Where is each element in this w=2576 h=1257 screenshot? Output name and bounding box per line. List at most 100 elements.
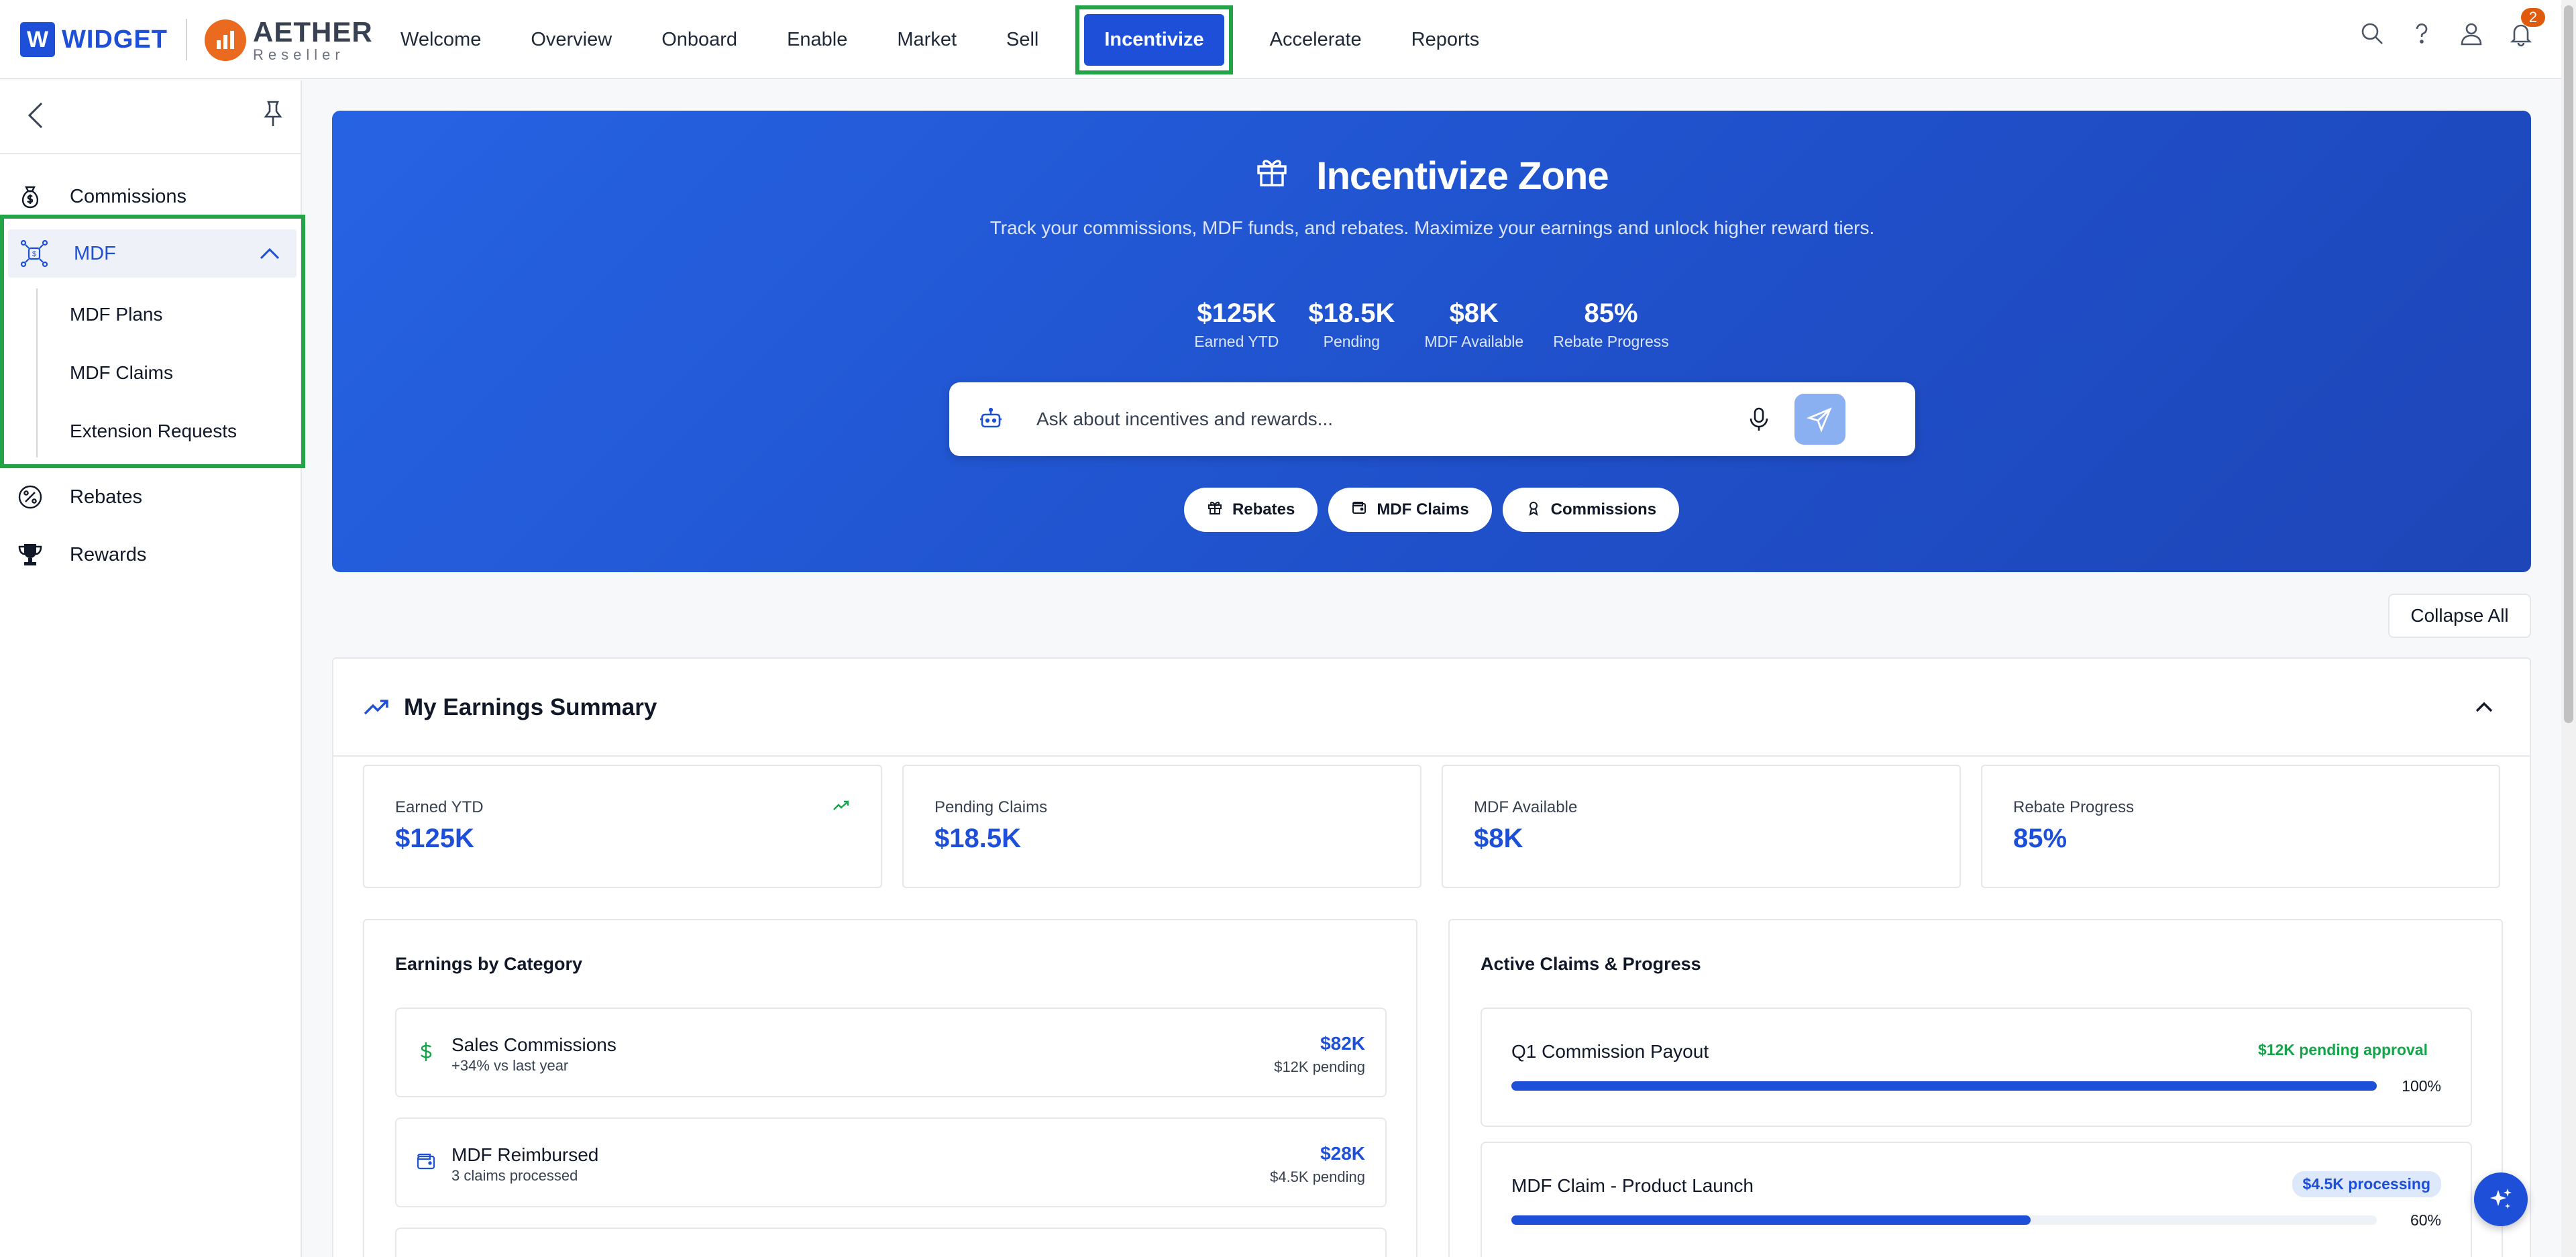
aether-logo[interactable]: AETHER Reseller — [205, 18, 373, 62]
ai-assistant-button[interactable] — [2474, 1172, 2528, 1226]
sidebar: Commissions $ MDF MDF Plans MDF Claims E… — [0, 80, 305, 1257]
category-amount: $82K — [1320, 1033, 1365, 1054]
sidebar-subitem-extension-requests[interactable]: Extension Requests — [70, 421, 237, 442]
active-claims-card: Active Claims & Progress Q1 Commission P… — [1448, 919, 2503, 1257]
claim-row-mdf-product-launch[interactable]: MDF Claim - Product Launch $4.5K process… — [1481, 1142, 2472, 1257]
search-input[interactable] — [1036, 402, 1774, 436]
gift-icon — [1254, 154, 1289, 199]
submenu-guide-line — [36, 288, 38, 457]
nav-market[interactable]: Market — [872, 0, 981, 79]
claim-row-q1-commission[interactable]: Q1 Commission Payout $12K pending approv… — [1481, 1007, 2472, 1127]
nav-welcome[interactable]: Welcome — [376, 0, 506, 79]
network-icon: $ — [19, 238, 50, 269]
kpi-card-earned-ytd: Earned YTD $125K — [363, 765, 882, 888]
stat-label: Earned YTD — [1194, 333, 1279, 350]
card-title: Active Claims & Progress — [1481, 954, 1701, 974]
microphone-icon[interactable] — [1744, 404, 1774, 434]
hero-stat-mdf-available: $8K MDF Available — [1424, 298, 1523, 351]
widget-logo-mark: W — [20, 22, 55, 57]
help-icon[interactable] — [2407, 19, 2436, 48]
stat-value: $125K — [1197, 298, 1277, 328]
nav-reports[interactable]: Reports — [1387, 0, 1505, 79]
chevron-left-icon[interactable] — [21, 101, 51, 130]
category-pending: $12K pending — [1274, 1058, 1365, 1075]
notification-badge: 2 — [2521, 8, 2545, 27]
dollar-icon — [414, 1040, 438, 1064]
send-icon — [1807, 407, 1832, 433]
hero-stat-rebate-progress: 85% Rebate Progress — [1553, 298, 1669, 351]
sidebar-item-label: MDF — [74, 242, 116, 264]
sparkle-icon — [2490, 1189, 2512, 1209]
kpi-value: 85% — [2013, 824, 2068, 853]
chevron-up-icon[interactable] — [2471, 694, 2498, 720]
chevron-up-icon[interactable] — [258, 241, 282, 266]
kpi-label: Rebate Progress — [2013, 798, 2135, 816]
category-row-mdf-reimbursed[interactable]: MDF Reimbursed 3 claims processed $28K $… — [395, 1117, 1387, 1207]
main-nav: Welcome Overview Onboard Enable Market S… — [376, 0, 1504, 79]
sidebar-item-rewards[interactable]: Rewards — [0, 526, 302, 584]
widget-logo-text: WIDGET — [62, 25, 168, 54]
sidebar-item-mdf[interactable]: $ MDF — [8, 229, 297, 278]
claim-progress-bar — [1511, 1081, 2377, 1091]
user-icon[interactable] — [2457, 19, 2486, 48]
nav-incentivize[interactable]: Incentivize — [1084, 13, 1224, 66]
earnings-summary-panel: My Earnings Summary Earned YTD $125K Pen… — [332, 657, 2531, 1257]
stat-label: Pending — [1323, 333, 1381, 350]
claim-status: $12K pending approval — [2257, 1041, 2428, 1058]
bell-icon[interactable]: 2 — [2506, 8, 2545, 48]
aether-logo-icon — [205, 19, 246, 61]
category-row-partial[interactable] — [395, 1227, 1387, 1257]
stat-value: 85% — [1584, 298, 1638, 328]
nav-onboard[interactable]: Onboard — [637, 0, 762, 79]
money-bag-icon — [15, 181, 46, 212]
nav-accelerate[interactable]: Accelerate — [1245, 0, 1387, 79]
chip-rebates[interactable]: Rebates — [1183, 488, 1318, 532]
category-subtext: +34% vs last year — [451, 1057, 569, 1074]
claim-progress-bar — [1511, 1215, 2377, 1225]
logo-divider — [186, 19, 187, 60]
sidebar-top — [0, 80, 301, 154]
kpi-card-rebate-progress: Rebate Progress 85% — [1981, 765, 2500, 888]
nav-sell[interactable]: Sell — [981, 0, 1063, 79]
stat-label: MDF Available — [1424, 333, 1524, 350]
scrollbar-thumb[interactable] — [2564, 5, 2573, 723]
nav-incentivize-wrap: Incentivize — [1063, 0, 1244, 79]
sidebar-subitem-mdf-plans[interactable]: MDF Plans — [70, 304, 162, 325]
claim-progress-label: 60% — [2410, 1211, 2441, 1229]
kpi-label: MDF Available — [1474, 798, 1578, 816]
collapse-all-button[interactable]: Collapse All — [2388, 594, 2531, 638]
chip-mdf-claims[interactable]: MDF Claims — [1328, 488, 1492, 532]
search-icon[interactable] — [2357, 19, 2387, 48]
sidebar-item-label: Commissions — [70, 185, 187, 207]
percent-icon — [15, 482, 46, 512]
trending-up-icon — [362, 692, 391, 722]
nav-highlight: Incentivize — [1075, 5, 1233, 74]
sidebar-item-label: Rewards — [70, 543, 147, 565]
sidebar-subitem-mdf-claims[interactable]: MDF Claims — [70, 362, 173, 384]
chip-label: Commissions — [1550, 500, 1657, 518]
earnings-summary-title: My Earnings Summary — [404, 694, 657, 720]
category-row-sales-commissions[interactable]: Sales Commissions +34% vs last year $82K… — [395, 1007, 1387, 1097]
svg-text:$: $ — [32, 250, 36, 258]
sidebar-item-label: Rebates — [70, 486, 143, 508]
earnings-summary-header[interactable]: My Earnings Summary — [333, 659, 2530, 757]
mdf-section-highlight: $ MDF MDF Plans MDF Claims Extension Req… — [0, 215, 305, 468]
aether-logo-sub: Reseller — [253, 46, 345, 63]
aether-logo-name: AETHER — [253, 16, 373, 48]
sidebar-item-rebates[interactable]: Rebates — [0, 468, 302, 526]
nav-enable[interactable]: Enable — [762, 0, 872, 79]
header-actions: 2 — [2357, 8, 2545, 48]
claim-status-badge: $4.5K processing — [2292, 1171, 2441, 1197]
claim-name: Q1 Commission Payout — [1511, 1041, 1709, 1062]
pin-icon[interactable] — [258, 99, 288, 129]
send-button[interactable] — [1794, 394, 1845, 445]
nav-overview[interactable]: Overview — [506, 0, 637, 79]
kpi-label: Pending Claims — [934, 798, 1048, 816]
category-pending: $4.5K pending — [1270, 1168, 1365, 1185]
incentivize-hero: Incentivize Zone Track your commissions,… — [332, 111, 2531, 572]
widget-logo[interactable]: W WIDGET — [20, 21, 168, 58]
hero-stat-pending: $18.5K Pending — [1308, 298, 1395, 351]
category-amount: $28K — [1320, 1143, 1365, 1164]
chip-commissions[interactable]: Commissions — [1502, 488, 1680, 532]
claim-name: MDF Claim - Product Launch — [1511, 1175, 1754, 1196]
